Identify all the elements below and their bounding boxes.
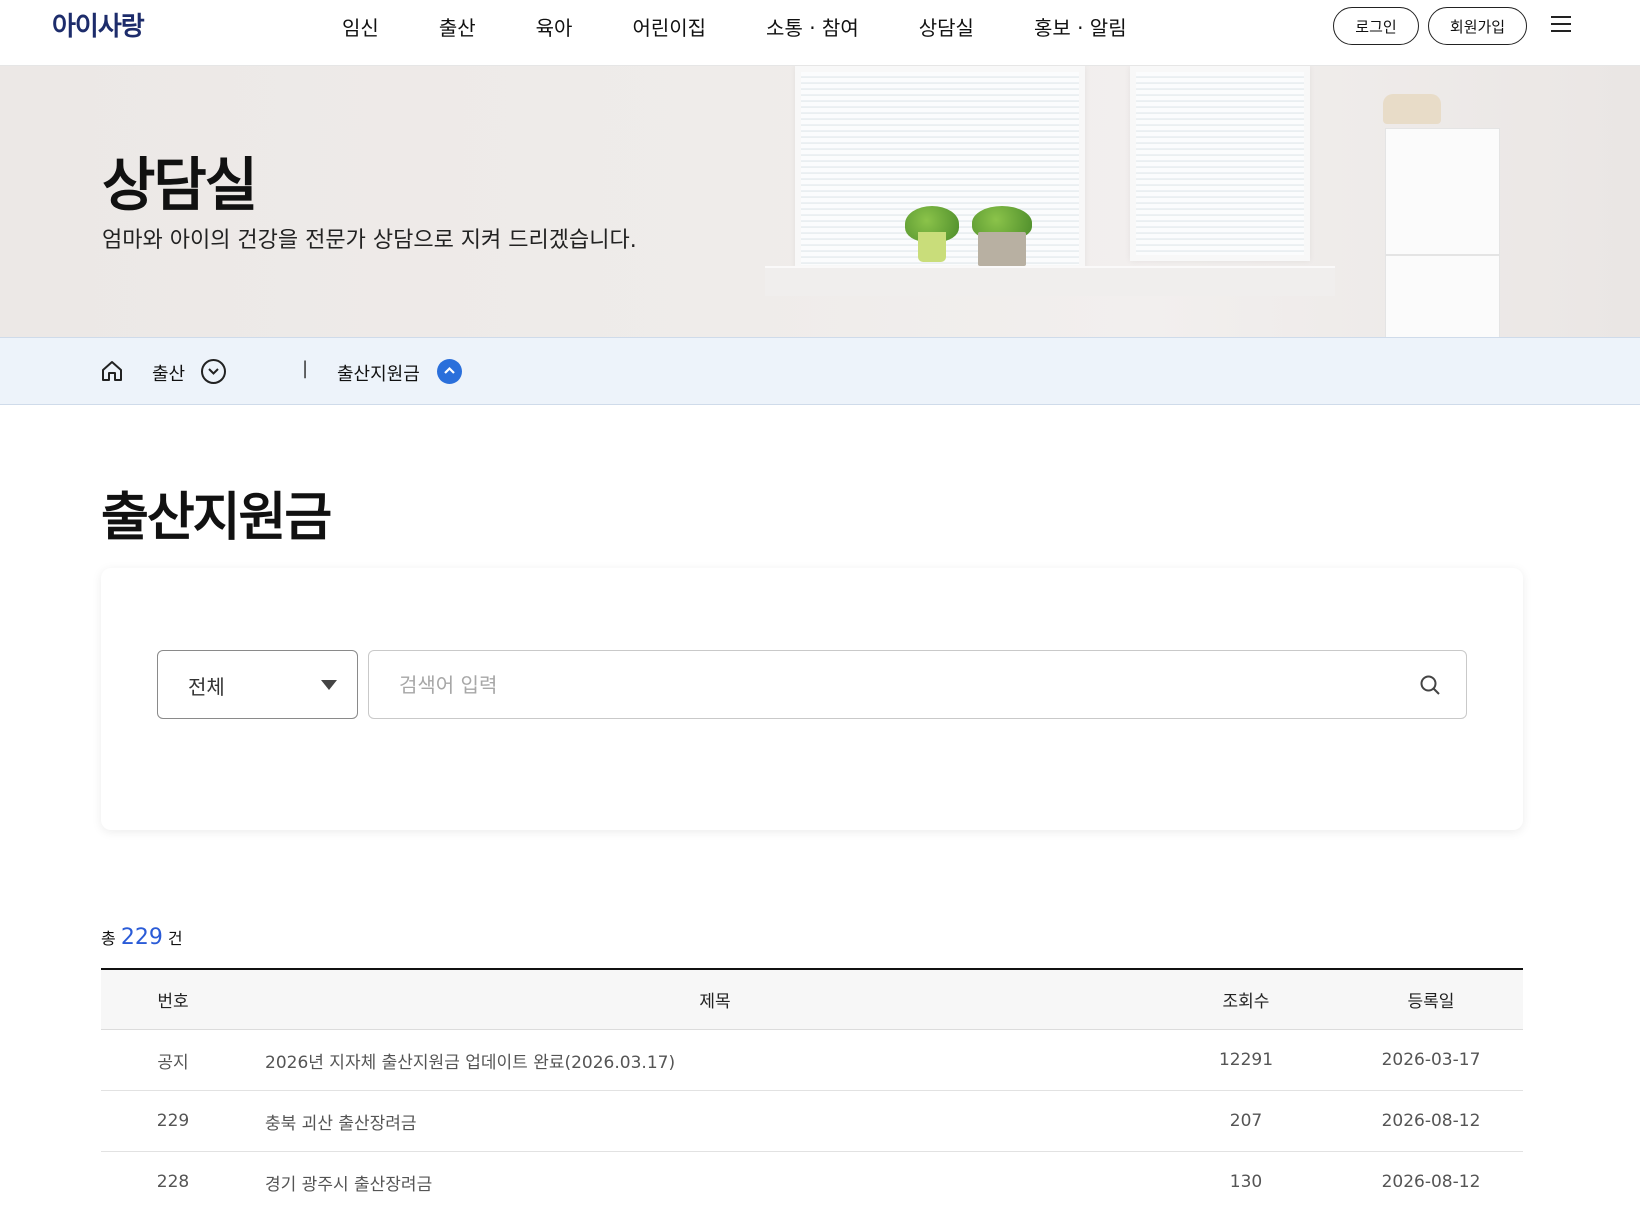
row-title-link[interactable]: 충북 괴산 출산장려금	[265, 1091, 1165, 1151]
chevron-down-icon[interactable]	[201, 359, 226, 384]
breadcrumb: 출산 | 출산지원금	[0, 337, 1640, 405]
count-prefix: 총	[101, 929, 116, 948]
search-icon[interactable]	[1419, 674, 1441, 696]
row-date: 2026-08-12	[1381, 1172, 1481, 1192]
row-number: 229	[156, 1111, 190, 1131]
main-nav: 임신 출산 육아 어린이집 소통 · 참여 상담실 홍보 · 알림	[342, 12, 1127, 41]
col-header-title: 제목	[699, 992, 731, 1012]
basket-illustration	[978, 232, 1026, 266]
table-row[interactable]: 228 경기 광주시 출산장려금 130 2026-08-12	[101, 1152, 1523, 1210]
hero-banner: 상담실 엄마와 아이의 건강을 전문가 상담으로 지켜 드리겠습니다.	[0, 66, 1640, 337]
count-value: 229	[120, 925, 163, 950]
category-select[interactable]: 전체	[157, 650, 358, 719]
nav-item-community[interactable]: 소통 · 참여	[766, 12, 859, 41]
search-input[interactable]	[368, 650, 1467, 719]
count-suffix: 건	[167, 929, 183, 948]
signup-button[interactable]: 회원가입	[1428, 7, 1527, 45]
breadcrumb-level1[interactable]: 출산	[152, 360, 185, 386]
board-table: 번호 제목 조회수 등록일 공지 2026년 지자체 출산지원금 업데이트 완료…	[101, 968, 1523, 1210]
nav-item-counseling[interactable]: 상담실	[919, 12, 974, 41]
col-header-views: 조회수	[1222, 992, 1270, 1012]
page-title: 출산지원금	[101, 488, 332, 548]
col-header-date: 등록일	[1407, 992, 1455, 1012]
nav-item-birth[interactable]: 출산	[439, 12, 476, 41]
row-views: 12291	[1218, 1050, 1274, 1070]
row-views: 130	[1229, 1172, 1263, 1192]
table-row[interactable]: 공지 2026년 지자체 출산지원금 업데이트 완료(2026.03.17) 1…	[101, 1030, 1523, 1091]
pot-illustration	[918, 232, 946, 262]
hamburger-menu-icon[interactable]	[1551, 16, 1573, 36]
row-date: 2026-08-12	[1381, 1111, 1481, 1131]
col-header-number: 번호	[157, 992, 189, 1012]
nav-item-daycare[interactable]: 어린이집	[632, 12, 706, 41]
row-title-link[interactable]: 경기 광주시 출산장려금	[265, 1152, 1165, 1210]
home-icon[interactable]	[101, 360, 123, 382]
phone-illustration	[1383, 94, 1441, 124]
site-logo[interactable]: 아이사랑	[52, 6, 145, 43]
row-views: 207	[1229, 1111, 1263, 1131]
caret-down-icon	[321, 680, 337, 690]
result-count: 총 229 건	[101, 925, 183, 950]
category-select-value: 전체	[188, 675, 225, 699]
row-number: 공지	[157, 1052, 189, 1073]
nav-item-parenting[interactable]: 육아	[536, 12, 573, 41]
chevron-up-icon[interactable]	[437, 359, 462, 384]
hero-subtitle: 엄마와 아이의 건강을 전문가 상담으로 지켜 드리겠습니다.	[102, 228, 637, 253]
window-sill-illustration	[765, 266, 1335, 296]
breadcrumb-separator: |	[302, 358, 309, 379]
nav-item-pregnancy[interactable]: 임신	[342, 12, 379, 41]
row-title-link[interactable]: 2026년 지자체 출산지원금 업데이트 완료(2026.03.17)	[265, 1030, 1165, 1090]
table-row[interactable]: 229 충북 괴산 출산장려금 207 2026-08-12	[101, 1091, 1523, 1152]
table-header: 번호 제목 조회수 등록일	[101, 968, 1523, 1030]
cabinet-illustration	[1385, 128, 1500, 337]
site-header: 아이사랑 임신 출산 육아 어린이집 소통 · 참여 상담실 홍보 · 알림 로…	[0, 0, 1640, 66]
nav-item-notice[interactable]: 홍보 · 알림	[1034, 12, 1127, 41]
hero-title: 상담실	[102, 151, 258, 219]
window-illustration	[1130, 66, 1310, 261]
row-number: 228	[156, 1172, 190, 1192]
login-button[interactable]: 로그인	[1333, 7, 1419, 45]
breadcrumb-level2[interactable]: 출산지원금	[337, 360, 420, 386]
row-date: 2026-03-17	[1381, 1050, 1481, 1070]
cabinet-divider	[1385, 254, 1500, 256]
